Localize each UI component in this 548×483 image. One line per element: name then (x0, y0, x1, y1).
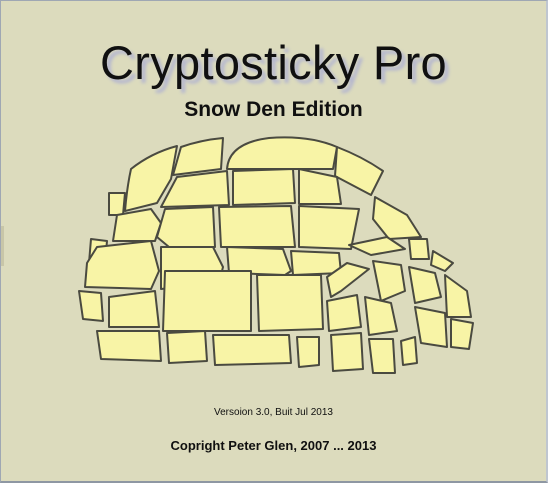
igloo-block (212, 334, 292, 366)
igloo-block (112, 208, 162, 242)
igloo-block (408, 266, 442, 304)
igloo-block (408, 238, 430, 260)
igloo-block (334, 146, 384, 196)
igloo-block (330, 332, 364, 372)
igloo-block (414, 306, 448, 348)
version-text: Versoion 3.0, Buit Jul 2013 (214, 407, 333, 418)
igloo-block (166, 330, 208, 364)
igloo-block (372, 260, 406, 302)
igloo-block (156, 206, 216, 248)
igloo-block (78, 290, 104, 322)
igloo-block (450, 318, 474, 350)
igloo-block (232, 168, 296, 206)
igloo-block (372, 196, 422, 240)
igloo-block (162, 270, 252, 332)
igloo-block (96, 330, 162, 362)
igloo-block (172, 137, 224, 176)
igloo-block (326, 294, 362, 332)
igloo-block (368, 338, 396, 374)
igloo-block (226, 136, 338, 170)
igloo-block (430, 250, 454, 272)
igloo-block (218, 205, 296, 248)
igloo-block (256, 274, 324, 332)
igloo-block (84, 240, 160, 290)
igloo-block (108, 290, 160, 328)
igloo-block (348, 236, 406, 256)
igloo-block (364, 296, 398, 336)
igloo-block (296, 336, 320, 368)
igloo-block (108, 192, 126, 216)
igloo-block (444, 274, 472, 318)
copyright-text: Copright Peter Glen, 2007 ... 2013 (170, 438, 377, 453)
igloo-block (298, 205, 360, 250)
igloo-block (400, 336, 418, 366)
splash-window: Cryptosticky Pro Snow Den Edition Versoi… (0, 0, 548, 483)
